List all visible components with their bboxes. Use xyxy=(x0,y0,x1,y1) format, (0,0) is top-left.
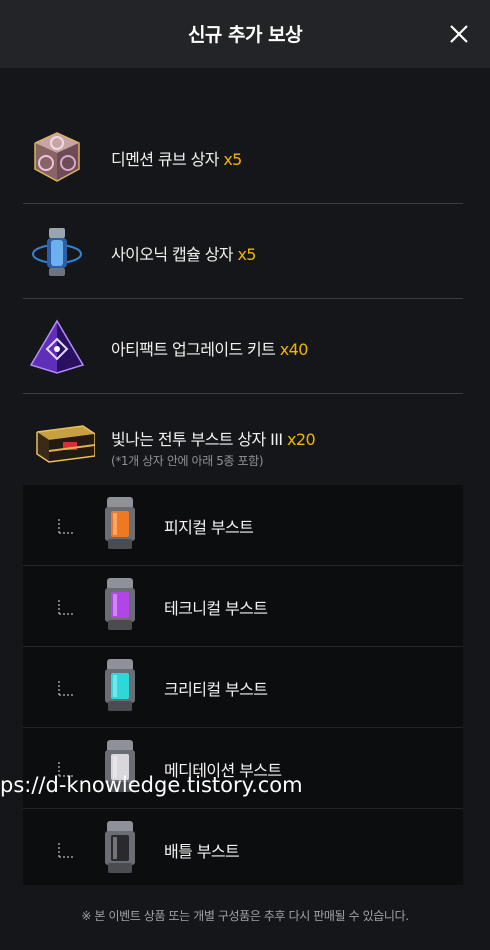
reward-item: 빛나는 전투 부스트 상자 III x20 (*1개 상자 안에 아래 5종 포… xyxy=(23,394,463,488)
psionic-capsule-icon xyxy=(32,228,82,276)
dialog-header: 신규 추가 보상 xyxy=(0,0,490,68)
footer-notice: ※ 본 이벤트 상품 또는 개별 구성품은 추후 다시 판매될 수 있습니다. xyxy=(81,909,409,923)
reward-item: 디멘션 큐브 상자 x5 xyxy=(23,109,463,204)
reward-label: 빛나는 전투 부스트 상자 III x20 xyxy=(111,430,316,449)
boost-label: 피지컬 부스트 xyxy=(164,518,254,537)
boost-chest-icon xyxy=(36,425,95,463)
boost-item: 배틀 부스트 xyxy=(23,809,463,889)
dimension-cube-icon xyxy=(34,132,80,182)
artifact-kit-icon xyxy=(29,319,85,374)
reward-qty: x5 xyxy=(237,245,256,264)
boost-label: 배틀 부스트 xyxy=(164,842,240,861)
boost-label: 테크니컬 부스트 xyxy=(164,599,268,618)
dialog-title: 신규 추가 보상 xyxy=(187,24,303,46)
physical-boost-icon xyxy=(105,497,135,549)
tree-connector-icon xyxy=(58,681,73,696)
reward-label: 디멘션 큐브 상자 x5 xyxy=(111,150,242,169)
technical-boost-icon xyxy=(105,578,135,630)
boost-label: 크리티컬 부스트 xyxy=(164,680,268,699)
boost-item: 피지컬 부스트 xyxy=(23,485,463,566)
reward-qty: x20 xyxy=(287,430,316,449)
reward-list: 디멘션 큐브 상자 x5 사이오닉 캡슐 상자 x5 아티팩트 업그레이드 키트… xyxy=(23,109,463,488)
reward-item: 사이오닉 캡슐 상자 x5 xyxy=(23,204,463,299)
close-icon[interactable] xyxy=(447,22,471,46)
battle-boost-icon xyxy=(105,821,135,873)
reward-qty: x5 xyxy=(223,150,242,169)
tree-connector-icon xyxy=(58,843,73,858)
reward-label: 사이오닉 캡슐 상자 x5 xyxy=(111,245,257,264)
reward-item: 아티팩트 업그레이드 키트 x40 xyxy=(23,299,463,394)
boost-item: 테크니컬 부스트 xyxy=(23,566,463,647)
reward-qty: x40 xyxy=(279,340,309,359)
reward-label: 아티팩트 업그레이드 키트 x40 xyxy=(111,340,309,359)
critical-boost-icon xyxy=(105,659,135,711)
reward-note: (*1개 상자 안에 아래 5종 포함) xyxy=(111,454,264,468)
tree-connector-icon xyxy=(58,600,73,615)
boost-item: 크리티컬 부스트 xyxy=(23,647,463,728)
tree-connector-icon xyxy=(58,519,73,534)
watermark-text: ps://d-knowledge.tistory.com xyxy=(0,773,303,797)
boost-sublist: 피지컬 부스트 테크니컬 부스트 크리티컬 부스트 메디테이션 부스트 배틀 부스트 xyxy=(23,485,463,885)
